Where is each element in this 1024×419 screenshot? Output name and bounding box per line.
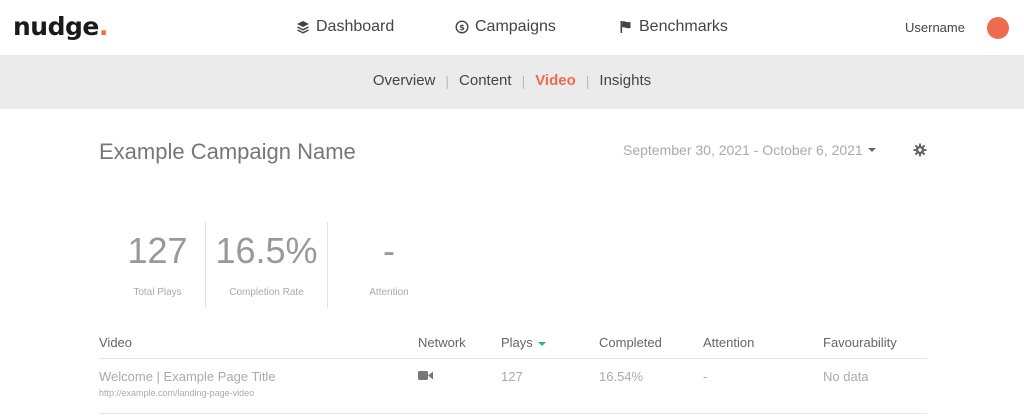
dollar-circle-icon: $ bbox=[455, 20, 469, 34]
svg-text:$: $ bbox=[459, 23, 465, 32]
video-url: http://example.com/landing-page-video bbox=[99, 388, 255, 398]
nav-campaigns[interactable]: $ Campaigns bbox=[455, 18, 556, 36]
stat-label: Completion Rate bbox=[229, 287, 304, 298]
tab-separator: | bbox=[585, 72, 590, 89]
stat-completion-rate: 16.5% Completion Rate bbox=[206, 222, 328, 308]
column-header-network[interactable]: Network bbox=[418, 335, 466, 350]
top-navbar: nudge. Dashboard $ Campaigns Benchmarks … bbox=[0, 0, 1024, 56]
username-label[interactable]: Username bbox=[905, 20, 965, 35]
column-header-attention[interactable]: Attention bbox=[703, 335, 754, 350]
logo-text: nudge bbox=[13, 12, 99, 41]
nav-dashboard[interactable]: Dashboard bbox=[296, 18, 394, 36]
table-row-divider bbox=[99, 413, 927, 414]
nav-benchmarks[interactable]: Benchmarks bbox=[619, 18, 728, 36]
cell-completed: 16.54% bbox=[599, 369, 644, 384]
tab-overview[interactable]: Overview bbox=[370, 72, 439, 89]
sort-descending-icon bbox=[537, 342, 546, 346]
video-title-link[interactable]: Welcome | Example Page Title bbox=[99, 369, 276, 384]
cell-plays: 127 bbox=[501, 369, 523, 384]
tab-separator: | bbox=[521, 72, 526, 89]
cell-favourability: No data bbox=[823, 369, 869, 384]
date-range-label: September 30, 2021 - October 6, 2021 bbox=[623, 142, 863, 158]
cell-attention: - bbox=[703, 369, 708, 384]
layers-icon bbox=[297, 21, 309, 34]
tab-separator: | bbox=[445, 72, 450, 89]
tab-video[interactable]: Video bbox=[532, 72, 579, 89]
table-header-divider bbox=[99, 358, 927, 359]
column-header-video[interactable]: Video bbox=[99, 335, 132, 350]
tab-insights[interactable]: Insights bbox=[596, 72, 654, 89]
avatar[interactable] bbox=[987, 17, 1009, 39]
gear-icon[interactable] bbox=[913, 143, 927, 157]
chevron-down-icon bbox=[867, 148, 876, 152]
column-header-favourability[interactable]: Favourability bbox=[823, 335, 897, 350]
stat-value: - bbox=[383, 230, 395, 271]
sub-navbar: Overview | Content | Video | Insights bbox=[0, 56, 1024, 109]
nav-campaigns-label: Campaigns bbox=[475, 18, 556, 35]
video-camera-icon bbox=[418, 371, 433, 380]
stat-label: Total Plays bbox=[133, 287, 182, 298]
column-header-plays-label: Plays bbox=[501, 335, 533, 350]
stat-attention: - Attention bbox=[328, 222, 450, 308]
flag-icon bbox=[620, 21, 631, 33]
page-title: Example Campaign Name bbox=[99, 139, 356, 164]
subnav-tabs: Overview | Content | Video | Insights bbox=[0, 72, 1024, 89]
nav-benchmarks-label: Benchmarks bbox=[639, 18, 728, 35]
nav-dashboard-label: Dashboard bbox=[316, 18, 395, 35]
tab-content[interactable]: Content bbox=[456, 72, 515, 89]
stat-value: 16.5% bbox=[215, 230, 318, 271]
date-range-picker[interactable]: September 30, 2021 - October 6, 2021 bbox=[623, 142, 876, 158]
stat-value: 127 bbox=[127, 230, 188, 271]
column-header-plays[interactable]: Plays bbox=[501, 335, 546, 350]
stat-label: Attention bbox=[369, 287, 409, 298]
column-header-completed[interactable]: Completed bbox=[599, 335, 662, 350]
logo-dot: . bbox=[98, 12, 109, 41]
nudge-logo[interactable]: nudge. bbox=[13, 12, 108, 41]
stat-total-plays: 127 Total Plays bbox=[110, 222, 206, 308]
